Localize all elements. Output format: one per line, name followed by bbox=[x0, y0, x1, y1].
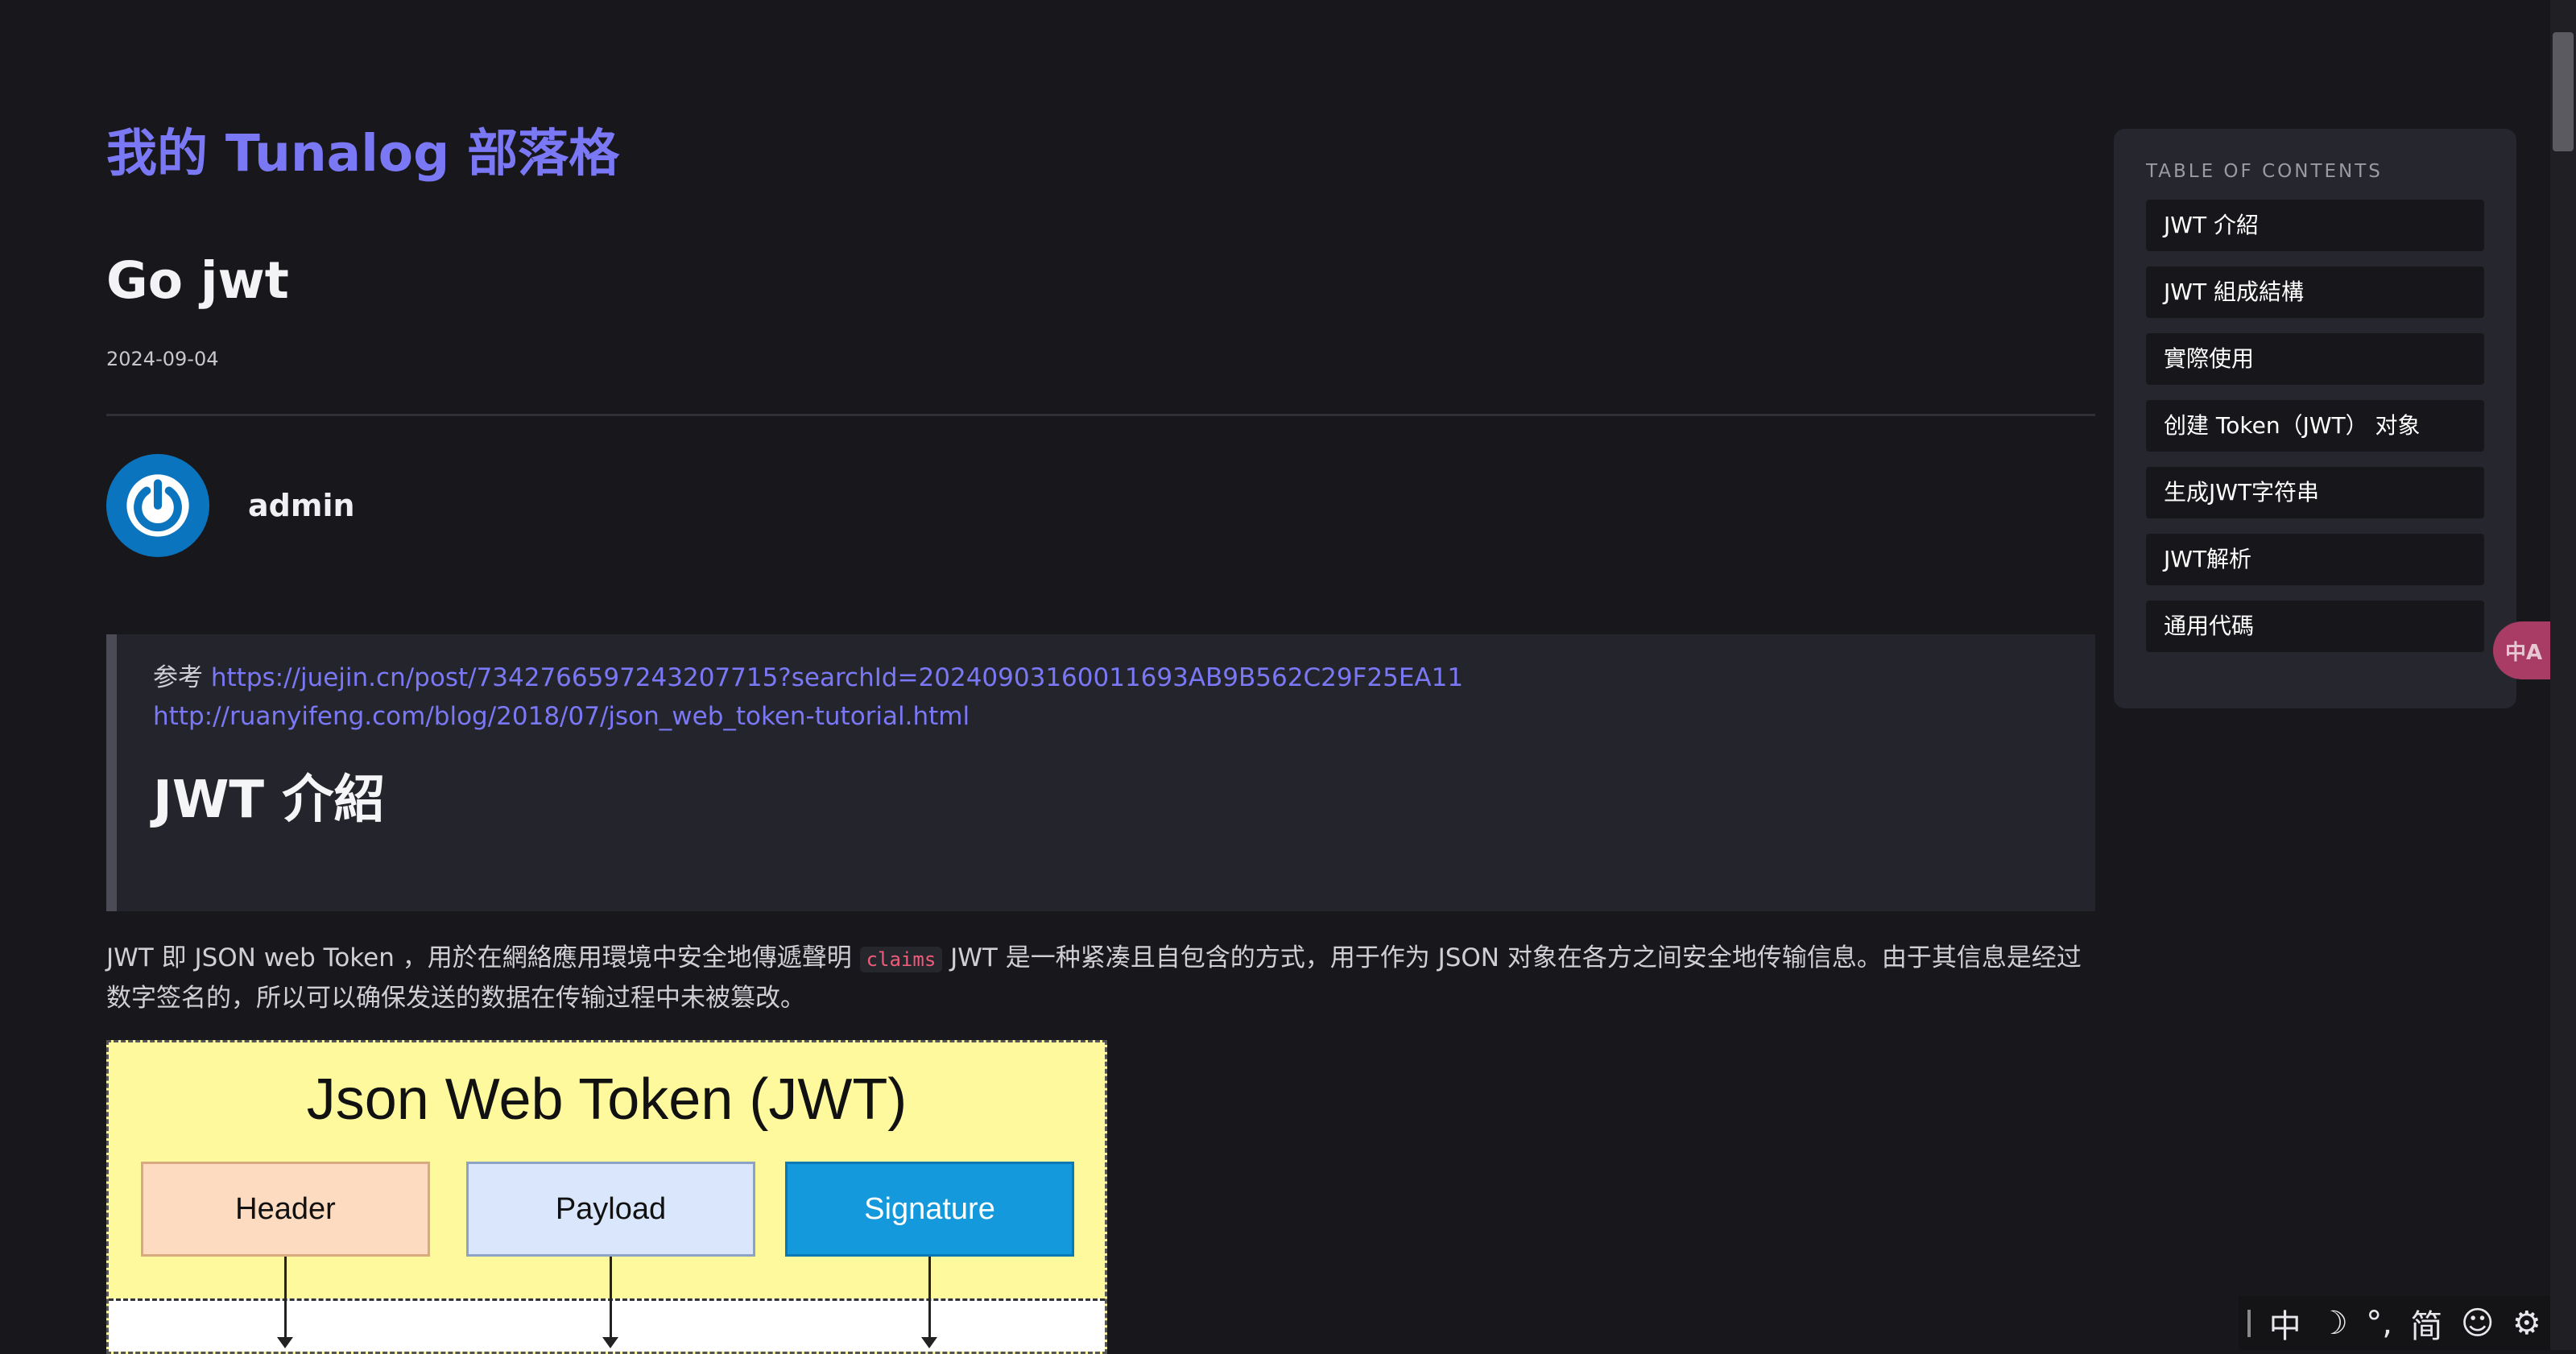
site-title[interactable]: 我的 Tunalog 部落格 bbox=[106, 113, 619, 186]
divider bbox=[106, 414, 2095, 416]
reference-blockquote: 参考 https://juejin.cn/post/73427665972432… bbox=[106, 634, 2095, 911]
scrollbar-track[interactable] bbox=[2550, 0, 2576, 1350]
diagram-arrow-payload bbox=[610, 1257, 612, 1345]
diagram-box-payload: Payload bbox=[466, 1162, 755, 1257]
diagram-arrow-header bbox=[284, 1257, 287, 1345]
post-title: Go jwt bbox=[106, 251, 289, 310]
table-of-contents: TABLE OF CONTENTS JWT 介紹 JWT 組成結構 實際使用 创… bbox=[2114, 129, 2516, 708]
author-block: admin bbox=[106, 453, 355, 558]
toc-item-generate-jwt-string[interactable]: 生成JWT字符串 bbox=[2146, 467, 2484, 518]
translate-button[interactable]: 中A bbox=[2493, 621, 2554, 679]
avatar bbox=[106, 454, 209, 557]
intro-paragraph: JWT 即 JSON web Token ，用於在網絡應用環境中安全地傳遞聲明 … bbox=[106, 939, 2095, 1018]
ime-emoji-icon[interactable]: ☺ bbox=[2461, 1305, 2495, 1342]
section-heading-jwt-intro: JWT 介紹 bbox=[153, 770, 386, 830]
diagram-arrowhead-payload bbox=[602, 1337, 618, 1348]
scrollbar-thumb[interactable] bbox=[2553, 32, 2574, 151]
inline-code-claims: claims bbox=[859, 947, 943, 972]
reference-link-juejin[interactable]: https://juejin.cn/post/73427665972432077… bbox=[211, 663, 1463, 692]
translate-icon: 中A bbox=[2504, 640, 2543, 665]
paragraph-text-before: JWT 即 JSON web Token ，用於在網絡應用環境中安全地傳遞聲明 bbox=[106, 943, 860, 972]
reference-prefix: 参考 bbox=[153, 663, 203, 692]
diagram-arrowhead-header bbox=[277, 1337, 293, 1348]
author-name: admin bbox=[248, 488, 355, 523]
ime-half-width-moon-icon[interactable]: ☽ bbox=[2319, 1305, 2348, 1342]
diagram-box-signature: Signature bbox=[785, 1162, 1074, 1257]
ime-settings-gear-icon[interactable]: ⚙ bbox=[2512, 1305, 2541, 1342]
diagram-arrow-signature bbox=[928, 1257, 931, 1345]
ime-punctuation-icon[interactable]: °, bbox=[2366, 1305, 2392, 1342]
diagram-title: Json Web Token (JWT) bbox=[306, 1067, 908, 1132]
jwt-diagram-image: Json Web Token (JWT) Header Payload Sign… bbox=[106, 1040, 1107, 1354]
toc-item-common-code[interactable]: 通用代碼 bbox=[2146, 601, 2484, 652]
ime-drag-handle[interactable] bbox=[2247, 1309, 2251, 1337]
toc-item-jwt-intro[interactable]: JWT 介紹 bbox=[2146, 200, 2484, 251]
toc-item-practical-use[interactable]: 實際使用 bbox=[2146, 333, 2484, 385]
toc-item-create-token[interactable]: 创建 Token（JWT） 对象 bbox=[2146, 400, 2484, 452]
power-icon bbox=[126, 474, 189, 537]
ime-chinese-mode-icon[interactable]: 中 bbox=[2269, 1300, 2301, 1347]
toc-item-jwt-structure[interactable]: JWT 組成結構 bbox=[2146, 266, 2484, 318]
reference-text: 参考 https://juejin.cn/post/73427665972432… bbox=[153, 658, 2047, 736]
ime-toolbar: 中 ☽ °, 简 ☺ ⚙ bbox=[2239, 1296, 2550, 1350]
post-date: 2024-09-04 bbox=[106, 348, 219, 370]
diagram-arrowhead-signature bbox=[921, 1337, 937, 1348]
reference-link-ruanyifeng[interactable]: http://ruanyifeng.com/blog/2018/07/json_… bbox=[153, 702, 970, 731]
toc-item-jwt-parse[interactable]: JWT解析 bbox=[2146, 534, 2484, 585]
toc-heading: TABLE OF CONTENTS bbox=[2146, 161, 2383, 182]
diagram-box-header: Header bbox=[141, 1162, 430, 1257]
ime-simplified-icon[interactable]: 简 bbox=[2410, 1300, 2442, 1347]
